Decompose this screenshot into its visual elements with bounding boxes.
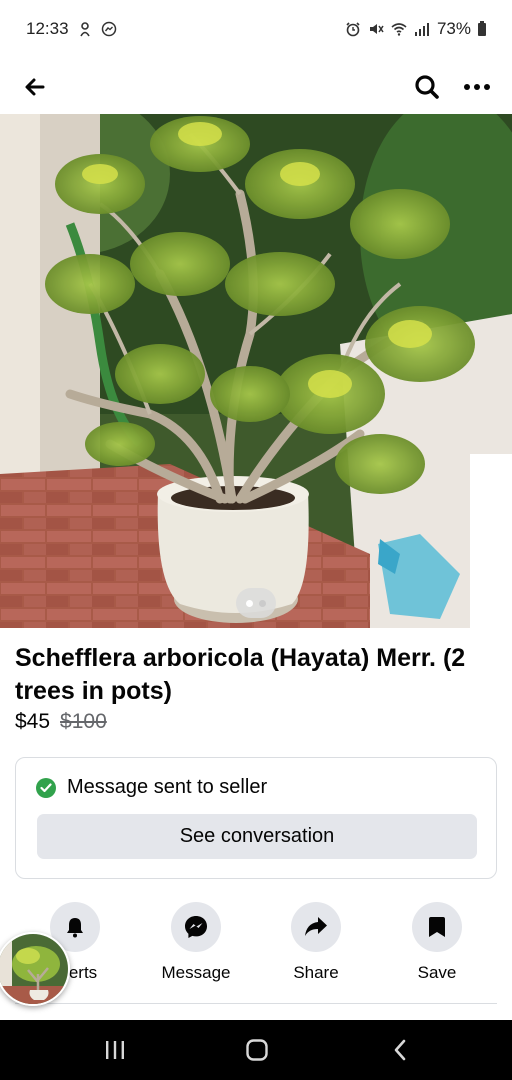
battery-icon: [478, 20, 486, 36]
see-conversation-button[interactable]: See conversation: [37, 814, 477, 859]
battery-percent: 73%: [436, 19, 471, 38]
recents-icon: [106, 1041, 124, 1059]
action-bar: erts Message Share Save: [15, 902, 497, 992]
fingerprint-icon: [79, 22, 90, 37]
photo-pagination[interactable]: [236, 588, 276, 618]
wifi-icon: [391, 23, 407, 36]
back-button[interactable]: [18, 70, 52, 104]
chat-head-bubble[interactable]: [0, 932, 70, 1006]
messenger-icon: [185, 916, 207, 938]
status-bar: 12:33 73%: [0, 0, 512, 58]
bookmark-icon: [429, 917, 445, 937]
search-icon: [415, 75, 439, 99]
message-status: Message sent to seller: [36, 776, 267, 799]
alerts-label: erts: [68, 963, 98, 982]
chat-head-thumbnail: [0, 934, 68, 1004]
listing-title: Schefflera arboricola (Hayata) Merr. (2 …: [15, 644, 466, 705]
status-time: 12:33: [26, 19, 69, 38]
listing-photo[interactable]: [0, 114, 512, 628]
divider: [15, 1003, 497, 1004]
bell-icon: [67, 918, 83, 938]
message-action[interactable]: Message: [146, 902, 246, 983]
mute-icon: [369, 24, 384, 34]
status-right: 73%: [345, 19, 486, 39]
save-action[interactable]: Save: [387, 902, 487, 983]
home-button[interactable]: [227, 1030, 287, 1070]
signal-icon: [414, 23, 429, 36]
status-left: 12:33: [26, 19, 117, 39]
check-circle-icon: [36, 777, 56, 798]
listing-price: $45: [15, 710, 51, 733]
message-label: Message: [161, 963, 231, 982]
recents-button[interactable]: [85, 1030, 145, 1070]
system-nav-bar: [0, 1020, 512, 1080]
messenger-notification-icon: [101, 21, 116, 37]
share-action[interactable]: Share: [266, 902, 366, 983]
message-button[interactable]: [171, 902, 221, 952]
save-button[interactable]: [412, 902, 462, 952]
search-button[interactable]: [408, 68, 446, 106]
arrow-left-icon: [25, 78, 45, 96]
message-status-card: Message sent to seller See conversation: [15, 757, 497, 879]
system-back-button[interactable]: [370, 1030, 430, 1070]
original-price: $100: [60, 710, 107, 733]
price-row: $45 $100: [15, 710, 107, 734]
message-status-text: Message sent to seller: [67, 776, 268, 798]
share-label: Share: [293, 963, 339, 982]
plant-photo-illustration: [0, 114, 512, 628]
more-options-button[interactable]: [458, 68, 496, 106]
photo-dot: [259, 599, 266, 607]
back-icon: [394, 1039, 406, 1061]
share-icon: [305, 917, 327, 936]
photo-dot-active: [246, 599, 253, 607]
more-horizontal-icon: [464, 84, 490, 90]
share-button[interactable]: [291, 902, 341, 952]
save-label: Save: [417, 963, 457, 982]
alarm-icon: [346, 22, 360, 37]
app-header: [0, 58, 512, 114]
home-icon: [246, 1039, 268, 1061]
